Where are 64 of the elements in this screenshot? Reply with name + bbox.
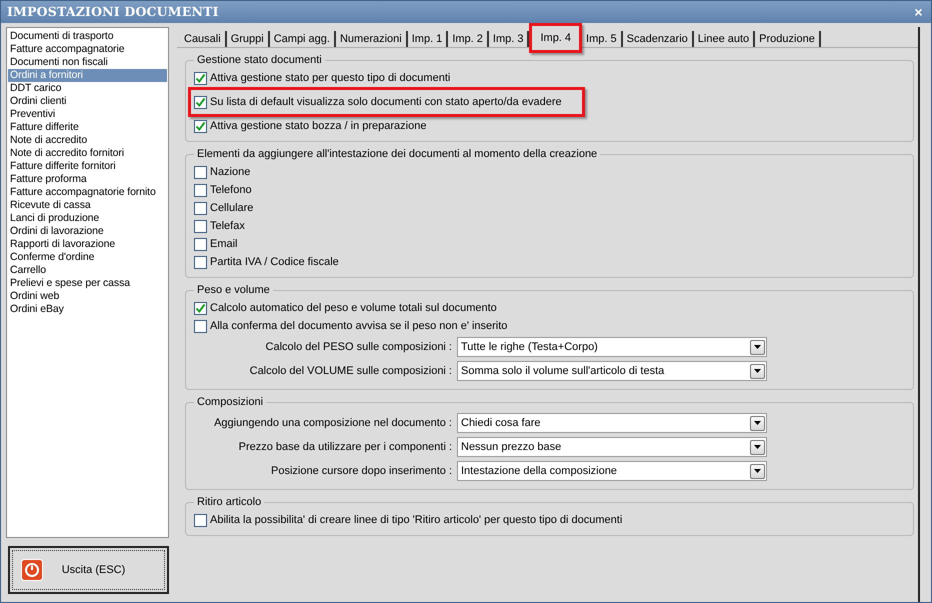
checkbox-label: Attiva gestione stato per questo tipo di documenti bbox=[210, 70, 450, 86]
list-item[interactable]: Ordini di lavorazione bbox=[8, 225, 167, 238]
checkbox-label: Su lista di default visualizza solo documenti con stato aperto/da evadere bbox=[210, 94, 562, 110]
field-label: Aggiungendo una composizione nel documento : bbox=[213, 416, 452, 431]
checkbox[interactable] bbox=[194, 514, 207, 526]
dropdown[interactable]: Nessun prezzo base bbox=[457, 437, 767, 457]
list-item[interactable]: Ricevute di cassa bbox=[8, 199, 167, 212]
list-item[interactable]: DDT carico bbox=[8, 82, 167, 95]
exit-button[interactable]: Uscita (ESC) bbox=[8, 546, 169, 594]
checkbox-label: Abilita la possibilita' di creare linee di tipo 'Ritiro articolo' per questo tipo di documenti bbox=[210, 512, 622, 528]
checkbox[interactable] bbox=[194, 302, 207, 314]
checkbox-label: Alla conferma del documento avvisa se il peso non e' inserito bbox=[210, 318, 508, 334]
group-title: Gestione stato documenti bbox=[196, 54, 323, 67]
checkbox[interactable] bbox=[194, 320, 207, 332]
list-item[interactable]: Preventivi bbox=[8, 108, 167, 121]
checkbox[interactable] bbox=[194, 184, 207, 196]
group-title: Elementi da aggiungere all'intestazione dei documenti al momento della creazione bbox=[196, 148, 598, 161]
list-item[interactable]: Fatture accompagnatorie fornito bbox=[8, 186, 167, 199]
group-title: Peso e volume bbox=[196, 284, 271, 297]
checkbox-label: Nazione bbox=[210, 164, 250, 180]
field-label: Prezzo base da utilizzare per i componenti : bbox=[238, 440, 452, 455]
list-item[interactable]: Carrello bbox=[8, 264, 167, 277]
dropdown[interactable]: Somma solo il volume sull'articolo di testa bbox=[457, 361, 767, 381]
field-label: Posizione cursore dopo inserimento : bbox=[270, 464, 452, 479]
checkbox-label: Calcolo automatico del peso e volume totali sul documento bbox=[210, 300, 497, 316]
checkbox-label: Partita IVA / Codice fiscale bbox=[210, 254, 339, 270]
dropdown[interactable]: Intestazione della composizione bbox=[457, 461, 767, 481]
power-icon bbox=[21, 559, 43, 581]
window-title: IMPOSTAZIONI DOCUMENTI bbox=[7, 2, 219, 21]
group-title: Composizioni bbox=[196, 396, 264, 409]
checkbox[interactable] bbox=[194, 166, 207, 178]
list-item[interactable]: Fatture accompagnatorie bbox=[8, 43, 167, 56]
tab[interactable]: Imp. 4 bbox=[529, 23, 582, 53]
list-item[interactable]: Prelievi e spese per cassa bbox=[8, 277, 167, 290]
group-title: Ritiro articolo bbox=[196, 496, 262, 509]
dropdown[interactable]: Tutte le righe (Testa+Corpo) bbox=[457, 337, 767, 357]
checkbox-label: Telefono bbox=[210, 182, 252, 198]
checkbox[interactable] bbox=[194, 256, 207, 268]
list-item[interactable]: Fatture differite fornitori bbox=[8, 160, 167, 173]
list-item[interactable]: Rapporti di lavorazione bbox=[8, 238, 167, 251]
list-item[interactable]: Lanci di produzione bbox=[8, 212, 167, 225]
list-item[interactable]: Ordini clienti bbox=[8, 95, 167, 108]
checkbox[interactable] bbox=[194, 202, 207, 214]
checkbox-label: Cellulare bbox=[210, 200, 254, 216]
field-label: Calcolo del VOLUME sulle composizioni : bbox=[248, 364, 452, 379]
checkbox[interactable] bbox=[194, 120, 207, 132]
checkbox[interactable] bbox=[194, 220, 207, 232]
list-item[interactable]: Fatture differite bbox=[8, 121, 167, 134]
list-item[interactable]: Ordini web bbox=[8, 290, 167, 303]
checkbox[interactable] bbox=[194, 96, 207, 108]
list-item[interactable]: Note di accredito bbox=[8, 134, 167, 147]
list-item[interactable]: Note di accredito fornitori bbox=[8, 147, 167, 160]
dropdown[interactable]: Chiedi cosa fare bbox=[457, 413, 767, 433]
checkbox[interactable] bbox=[194, 72, 207, 84]
checkbox[interactable] bbox=[194, 238, 207, 250]
field-label: Calcolo del PESO sulle composizioni : bbox=[264, 340, 452, 355]
checkbox-label: Email bbox=[210, 236, 238, 252]
checkbox-label: Telefax bbox=[210, 218, 245, 234]
checkbox-label: Attiva gestione stato bozza / in preparazione bbox=[210, 118, 426, 134]
list-item[interactable]: Documenti di trasporto bbox=[8, 30, 167, 43]
list-item[interactable]: Ordini eBay bbox=[8, 303, 167, 316]
list-item[interactable]: Conferme d'ordine bbox=[8, 251, 167, 264]
list-item[interactable]: Documenti non fiscali bbox=[8, 56, 167, 69]
list-item[interactable]: Fatture proforma bbox=[8, 173, 167, 186]
